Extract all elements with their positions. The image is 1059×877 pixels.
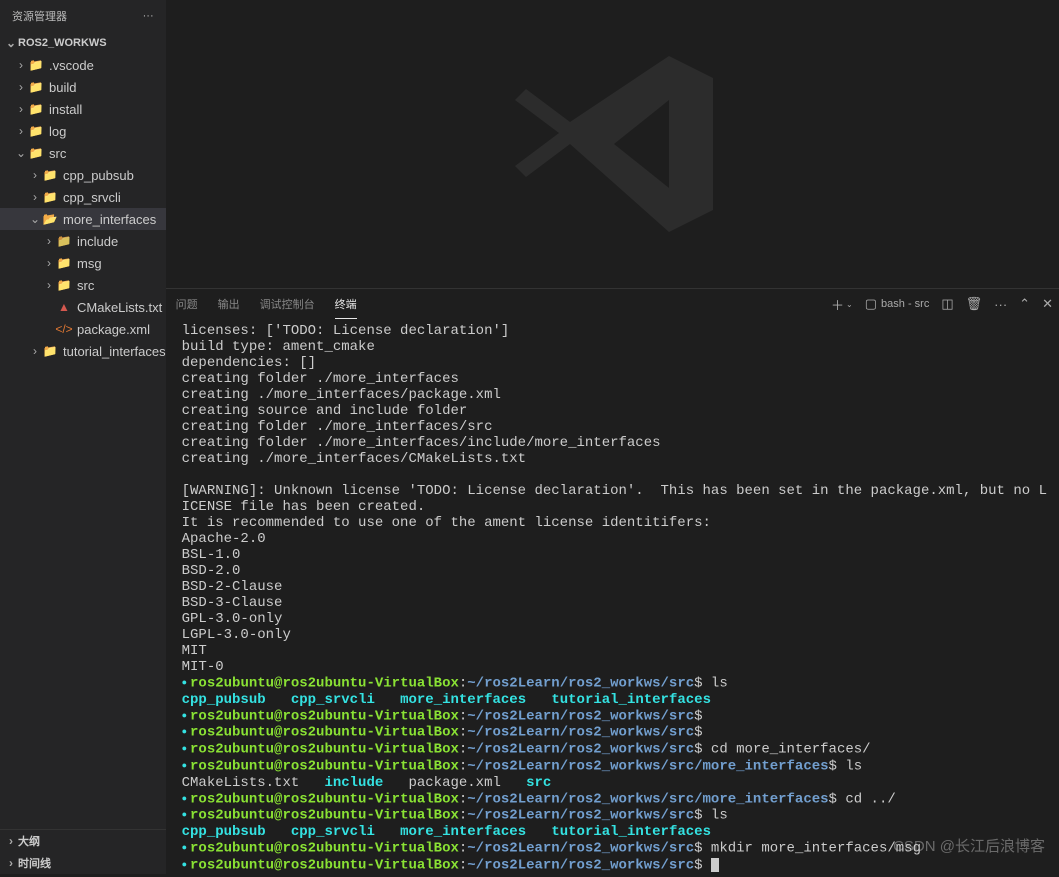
folder-icon: 📁 [28,101,44,117]
kill-terminal-icon[interactable]: 🗑 [966,296,983,312]
tree-item-log[interactable]: ›📁log [0,120,166,142]
folder-icon: 📁 [56,255,72,271]
tab-terminal[interactable]: 终端 [335,290,357,319]
tree-item-include[interactable]: ›📁include [0,230,166,252]
tree-item-build[interactable]: ›📁build [0,76,166,98]
cmake-icon: ▲ [56,299,72,315]
split-terminal-icon[interactable]: ◫ [941,296,953,312]
tree-item-src-inner[interactable]: ›📁src [0,274,166,296]
more-icon[interactable]: ··· [994,297,1007,312]
new-terminal-button[interactable]: ＋ ⌄ [831,295,853,314]
maximize-icon[interactable]: ⌃ [1019,296,1030,312]
tab-debug[interactable]: 调试控制台 [260,290,315,318]
tab-problems[interactable]: 问题 [176,290,198,318]
terminal-profile[interactable]: ▢ bash - src [865,296,930,312]
tree-item-cpp-pubsub[interactable]: ›📁cpp_pubsub [0,164,166,186]
editor-empty-area [166,0,1059,288]
folder-icon: 📁 [42,189,58,205]
panel-tabs: 问题 输出 调试控制台 终端 ＋ ⌄ ▢ bash - src ◫ 🗑 ··· … [166,289,1059,319]
folder-icon: 📁 [56,233,72,249]
folder-icon: 📁 [28,123,44,139]
tree-item-install[interactable]: ›📁install [0,98,166,120]
timeline-section[interactable]: ›时间线 [0,852,166,874]
vscode-logo-icon [504,34,724,254]
folder-icon: 📁 [28,57,44,73]
tree-item-packagexml[interactable]: </>package.xml [0,318,166,340]
workspace-root[interactable]: ⌄ROS2_WORKWS [0,32,166,54]
folder-icon: 📁 [28,145,44,161]
folder-icon: 📁 [28,79,44,95]
xml-icon: </> [56,321,72,337]
outline-section[interactable]: ›大纲 [0,830,166,852]
more-icon[interactable]: ··· [143,10,154,22]
tree-item-cmakelists[interactable]: ▲CMakeLists.txt [0,296,166,318]
terminal-output[interactable]: licenses: ['TODO: License declaration'] … [166,319,1059,877]
tree-item-src[interactable]: ⌄📁src [0,142,166,164]
tree-item-msg[interactable]: ›📁msg [0,252,166,274]
folder-icon: 📁 [42,167,58,183]
folder-icon: 📂 [42,211,58,227]
tree-item-tutorial-interfaces[interactable]: ›📁tutorial_interfaces [0,340,166,362]
tree-item-vscode[interactable]: ›📁.vscode [0,54,166,76]
folder-icon: 📁 [56,277,72,293]
close-panel-icon[interactable]: ✕ [1042,296,1053,312]
file-tree: ⌄ROS2_WORKWS ›📁.vscode ›📁build ›📁install… [0,32,166,829]
tree-item-more-interfaces[interactable]: ⌄📂more_interfaces [0,208,166,230]
tree-item-cpp-srvcli[interactable]: ›📁cpp_srvcli [0,186,166,208]
folder-icon: 📁 [42,343,58,359]
tab-output[interactable]: 输出 [218,290,240,318]
explorer-title: 资源管理器 [12,8,67,24]
